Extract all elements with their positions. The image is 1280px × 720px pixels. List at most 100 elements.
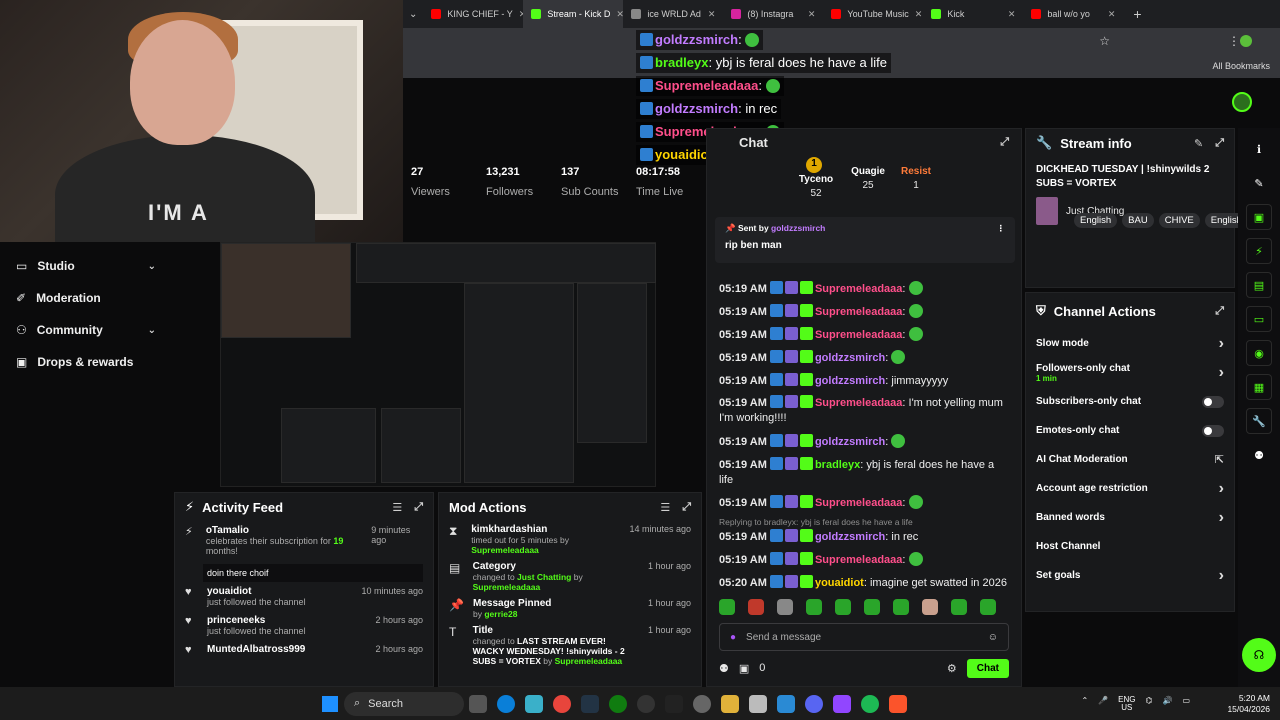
chevron-down-icon[interactable]: ⌄ — [148, 325, 156, 336]
close-icon[interactable]: ✕ — [808, 9, 816, 20]
channel-action-subscribers-only-chat[interactable]: Subscribers-only chat — [1026, 387, 1234, 416]
popout-icon[interactable]: ⤢ — [1215, 305, 1224, 318]
toggle-switch[interactable] — [1202, 395, 1224, 408]
windows-start-icon[interactable] — [322, 695, 338, 712]
sidebar-item-studio[interactable]: ▭ Studio ⌄ — [0, 250, 172, 282]
info-icon[interactable]: ℹ — [1246, 136, 1272, 162]
send-message-input[interactable]: ● Send a message ☺ — [719, 623, 1009, 651]
more-icon[interactable]: ⋮ — [997, 223, 1006, 234]
close-icon[interactable]: ✕ — [708, 9, 716, 20]
settings-icon[interactable]: ⚙ — [947, 662, 957, 675]
gift-icon[interactable]: ▣ — [739, 662, 749, 675]
epic-icon[interactable] — [665, 694, 683, 713]
volume-icon[interactable]: 🔊 — [1162, 696, 1172, 712]
extensions-icon[interactable]: ⋮ — [1228, 34, 1240, 48]
chat-bubble-icon[interactable]: ▭ — [1246, 306, 1272, 332]
toggle-switch[interactable] — [1202, 424, 1224, 437]
emote-icon[interactable] — [719, 599, 735, 615]
obs-icon[interactable] — [833, 694, 851, 713]
chevron-right-icon[interactable]: › — [1219, 567, 1224, 585]
emote-icon[interactable] — [835, 599, 851, 615]
discord-icon[interactable] — [805, 694, 823, 713]
channel-action-emotes-only-chat[interactable]: Emotes-only chat — [1026, 416, 1234, 445]
taskbar-clock[interactable]: 5:20 AM 15/04/2026 — [1227, 693, 1270, 715]
support-icon[interactable]: ☊ — [1242, 638, 1276, 672]
profile-avatar[interactable] — [1240, 35, 1252, 47]
tag-chip[interactable]: English — [1074, 213, 1118, 228]
popout-icon[interactable]: ⤢ — [682, 501, 691, 514]
xbox-icon[interactable] — [609, 694, 627, 713]
star-icon[interactable]: ☆ — [1099, 34, 1110, 48]
users-icon[interactable]: ⚉ — [719, 662, 729, 675]
spotify-icon[interactable] — [861, 694, 879, 713]
emote-icon[interactable] — [806, 599, 822, 615]
chat-send-button[interactable]: Chat — [966, 658, 1009, 678]
doc-icon[interactable]: ▤ — [1246, 272, 1272, 298]
battery-icon[interactable]: ▭ — [1182, 696, 1190, 712]
browser-tab[interactable]: ball w/o yo ✕ — [1023, 0, 1123, 28]
filter-icon[interactable]: ☰ — [660, 501, 670, 514]
github-icon[interactable] — [637, 694, 655, 713]
pinned-message[interactable]: 📌 Sent by goldzzsmirch ⋮ rip ben man — [715, 217, 1015, 263]
language-indicator[interactable]: ENG US — [1118, 696, 1135, 712]
emote-picker-icon[interactable]: ☺ — [988, 632, 998, 643]
close-icon[interactable]: ✕ — [1108, 9, 1116, 20]
close-icon[interactable]: ✕ — [616, 9, 623, 20]
channel-action-banned-words[interactable]: Banned words › — [1026, 503, 1234, 532]
channel-action-slow-mode[interactable]: Slow mode › — [1026, 329, 1234, 358]
user-avatar[interactable] — [1232, 92, 1252, 112]
pen-icon[interactable]: ✎ — [1246, 170, 1272, 196]
external-link-icon[interactable]: ⇱ — [1215, 453, 1224, 466]
channel-action-set-goals[interactable]: Set goals › — [1026, 561, 1234, 590]
sidebar-item-community[interactable]: ⚇ Community ⌄ — [0, 314, 172, 346]
channel-action-account-age-restriction[interactable]: Account age restriction › — [1026, 474, 1234, 503]
filter-icon[interactable]: ☰ — [392, 501, 402, 514]
emote-icon[interactable] — [777, 599, 793, 615]
sidebar-item-drops-rewards[interactable]: ▣ Drops & rewards — [0, 346, 172, 378]
layout-icon[interactable]: ▦ — [1246, 374, 1272, 400]
emote-icon[interactable] — [748, 599, 764, 615]
chevron-up-icon[interactable]: ⌃ — [1081, 696, 1088, 712]
browser-tab[interactable]: Kick ✕ — [923, 0, 1023, 28]
close-icon[interactable]: ✕ — [1008, 9, 1016, 20]
steam-icon[interactable] — [581, 694, 599, 713]
close-icon[interactable]: ✕ — [915, 9, 923, 20]
mic-icon[interactable]: ● — [730, 632, 736, 643]
browser-tab[interactable]: Stream - Kick D ✕ — [523, 0, 624, 28]
app-icon[interactable] — [525, 694, 543, 713]
chevron-down-icon[interactable]: ⌄ — [148, 261, 156, 272]
tag-chip[interactable]: CHIVE — [1158, 213, 1200, 228]
channel-action-ai-chat-moderation[interactable]: AI Chat Moderation ⇱ — [1026, 445, 1234, 474]
emote-icon[interactable] — [951, 599, 967, 615]
browser-tab[interactable]: (8) Instagra ✕ — [723, 0, 823, 28]
mic-icon[interactable]: 🎤 — [1098, 696, 1108, 712]
emote-icon[interactable] — [922, 599, 938, 615]
browser-tab[interactable]: ice WRLD Ad ✕ — [623, 0, 723, 28]
edit-icon[interactable]: ✎ — [1194, 137, 1203, 150]
wrench-icon[interactable]: 🔧 — [1246, 408, 1272, 434]
emote-icon[interactable] — [864, 599, 880, 615]
taskbar-search[interactable]: ⌕ Search — [344, 691, 464, 716]
brave-icon[interactable] — [889, 694, 907, 713]
chevron-right-icon[interactable]: › — [1219, 335, 1224, 353]
sidebar-item-moderation[interactable]: ✐ Moderation — [0, 282, 172, 314]
chevron-right-icon[interactable]: › — [1219, 364, 1224, 382]
chevron-right-icon[interactable]: › — [1219, 480, 1224, 498]
network-icon[interactable]: ⌬ — [1145, 696, 1152, 712]
tab-list-icon[interactable]: ⌄ — [403, 9, 423, 20]
scan-icon[interactable]: ▣ — [1246, 204, 1272, 230]
emote-icon[interactable] — [980, 599, 996, 615]
users-icon[interactable]: ⚉ — [1246, 442, 1272, 468]
settings-icon[interactable] — [693, 694, 711, 713]
browser-tab[interactable]: KING CHIEF - Y ✕ — [423, 0, 523, 28]
store-icon[interactable] — [749, 694, 767, 713]
bolt-icon[interactable]: ⚡ — [1246, 238, 1272, 264]
new-tab-icon[interactable]: + — [1123, 6, 1151, 22]
emote-icon[interactable] — [893, 599, 909, 615]
all-bookmarks-link[interactable]: All Bookmarks — [1212, 61, 1270, 71]
popout-icon[interactable]: ⤢ — [414, 501, 423, 514]
chevron-right-icon[interactable]: › — [1219, 509, 1224, 527]
task-view-icon[interactable] — [469, 694, 487, 713]
browser-tab[interactable]: YouTube Music ✕ — [823, 0, 923, 28]
tag-chip[interactable]: BAU — [1122, 213, 1154, 228]
